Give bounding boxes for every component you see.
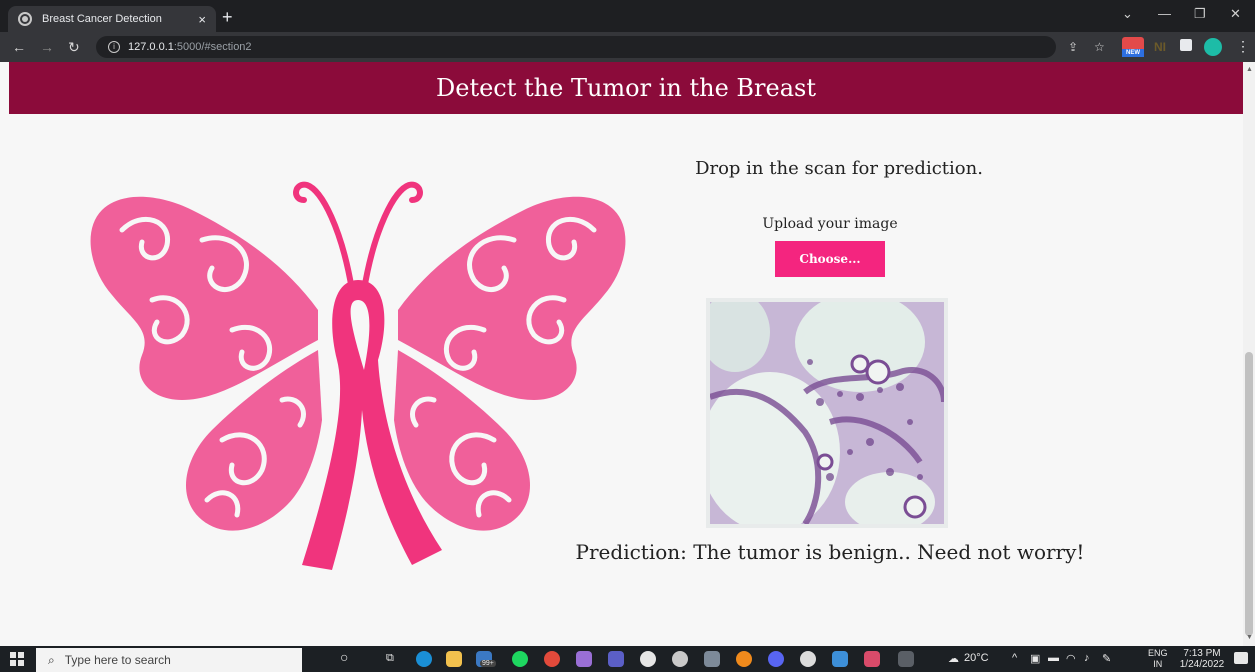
volume-icon[interactable]: ♪ [1084, 652, 1090, 664]
taskbar-search-box[interactable]: ⌕ Type here to search [36, 648, 302, 672]
browser-tab-bar: Breast Cancer Detection × + ⌄ — ❐ ✕ [0, 0, 1255, 32]
globe-icon [18, 12, 32, 26]
new-tab-button[interactable]: + [222, 7, 233, 28]
reload-icon[interactable]: ↻ [68, 39, 80, 56]
show-hidden-icons[interactable]: ^ [1012, 652, 1017, 664]
choose-file-button[interactable]: Choose... [775, 241, 885, 277]
url-path: :5000/#section2 [173, 41, 252, 53]
page-scrollbar[interactable]: ▲ ▼ [1243, 62, 1255, 646]
discord-icon[interactable] [768, 651, 784, 667]
profile-avatar[interactable] [1204, 38, 1222, 56]
app-icon[interactable] [864, 651, 880, 667]
browser-tab[interactable]: Breast Cancer Detection × [8, 6, 216, 32]
tab-close-icon[interactable]: × [198, 12, 206, 27]
upload-label: Upload your image [762, 216, 898, 232]
wifi-icon[interactable]: ◠ [1066, 652, 1076, 665]
back-icon[interactable]: ← [12, 39, 26, 55]
windows-taskbar: ⌕ Type here to search ○ ⧉ 99+ ☁ 20°C ^ ▣… [0, 646, 1255, 672]
share-icon[interactable]: ⇪ [1068, 40, 1078, 54]
app-icon[interactable] [640, 651, 656, 667]
prediction-result: Prediction: The tumor is benign.. Need n… [575, 540, 1085, 564]
task-view-icon[interactable]: ⧉ [386, 652, 394, 665]
chrome-icon[interactable] [544, 651, 560, 667]
clock[interactable]: 7:13 PM 1/24/2022 [1178, 648, 1226, 670]
restore-icon[interactable]: ❐ [1194, 6, 1206, 22]
extensions-puzzle-icon[interactable] [1180, 39, 1192, 51]
page-title: Detect the Tumor in the Breast [436, 74, 816, 102]
page-header: Detect the Tumor in the Breast [9, 62, 1243, 114]
url-host: 127.0.0.1 [128, 41, 174, 53]
pen-icon[interactable]: ✎ [1102, 652, 1111, 665]
scrollbar-thumb[interactable] [1245, 352, 1253, 636]
app-icon[interactable] [576, 651, 592, 667]
app-icon[interactable] [800, 651, 816, 667]
cortana-icon[interactable]: ○ [340, 649, 348, 665]
app-icon[interactable] [832, 651, 848, 667]
address-bar[interactable]: i 127.0.0.1 :5000/#section2 [96, 36, 1056, 58]
weather-temperature[interactable]: 20°C [964, 652, 989, 664]
weather-cloud-icon[interactable]: ☁ [948, 652, 959, 665]
app-icon[interactable] [898, 651, 914, 667]
blender-icon[interactable] [736, 651, 752, 667]
info-icon[interactable]: i [108, 41, 120, 53]
windows-start-icon[interactable] [10, 652, 24, 666]
butterfly-ribbon-logo [90, 181, 626, 570]
tab-search-icon[interactable]: ⌄ [1122, 6, 1133, 22]
uploaded-scan-image [706, 298, 948, 528]
new-extension-icon[interactable]: NEW [1122, 37, 1144, 57]
scroll-down-icon[interactable]: ▼ [1246, 634, 1253, 641]
menu-kebab-icon[interactable]: ⋮ [1236, 38, 1250, 55]
notification-icon[interactable] [1234, 652, 1248, 664]
browser-toolbar: ← → ↻ i 127.0.0.1 :5000/#section2 ⇪ ☆ NE… [0, 32, 1255, 62]
drop-instructions: Drop in the scan for prediction. [695, 158, 983, 179]
language-indicator[interactable]: ENG IN [1148, 648, 1168, 670]
store-badge: 99+ [480, 660, 496, 667]
scroll-up-icon[interactable]: ▲ [1246, 66, 1253, 73]
battery-icon[interactable]: ▬ [1048, 652, 1059, 664]
tab-title: Breast Cancer Detection [42, 13, 162, 25]
file-explorer-icon[interactable] [446, 651, 462, 667]
minimize-icon[interactable]: — [1158, 6, 1171, 21]
tray-app-icon[interactable]: ▣ [1030, 652, 1040, 665]
clock-time: 7:13 PM [1183, 648, 1221, 659]
taskbar-search-placeholder: Type here to search [64, 653, 171, 667]
clock-date: 1/24/2022 [1179, 659, 1225, 670]
edge-icon[interactable] [416, 651, 432, 667]
page-content: Detect the Tumor in the Breast Drop in t… [0, 62, 1243, 646]
close-window-icon[interactable]: ✕ [1230, 6, 1241, 22]
spotify-icon[interactable] [512, 651, 528, 667]
search-icon: ⌕ [48, 652, 55, 667]
app-icon[interactable] [704, 651, 720, 667]
teams-icon[interactable] [608, 651, 624, 667]
bookmark-star-icon[interactable]: ☆ [1094, 40, 1105, 54]
forward-icon[interactable]: → [40, 39, 54, 55]
extension-ni-icon[interactable]: NI [1154, 40, 1166, 54]
app-icon[interactable] [672, 651, 688, 667]
